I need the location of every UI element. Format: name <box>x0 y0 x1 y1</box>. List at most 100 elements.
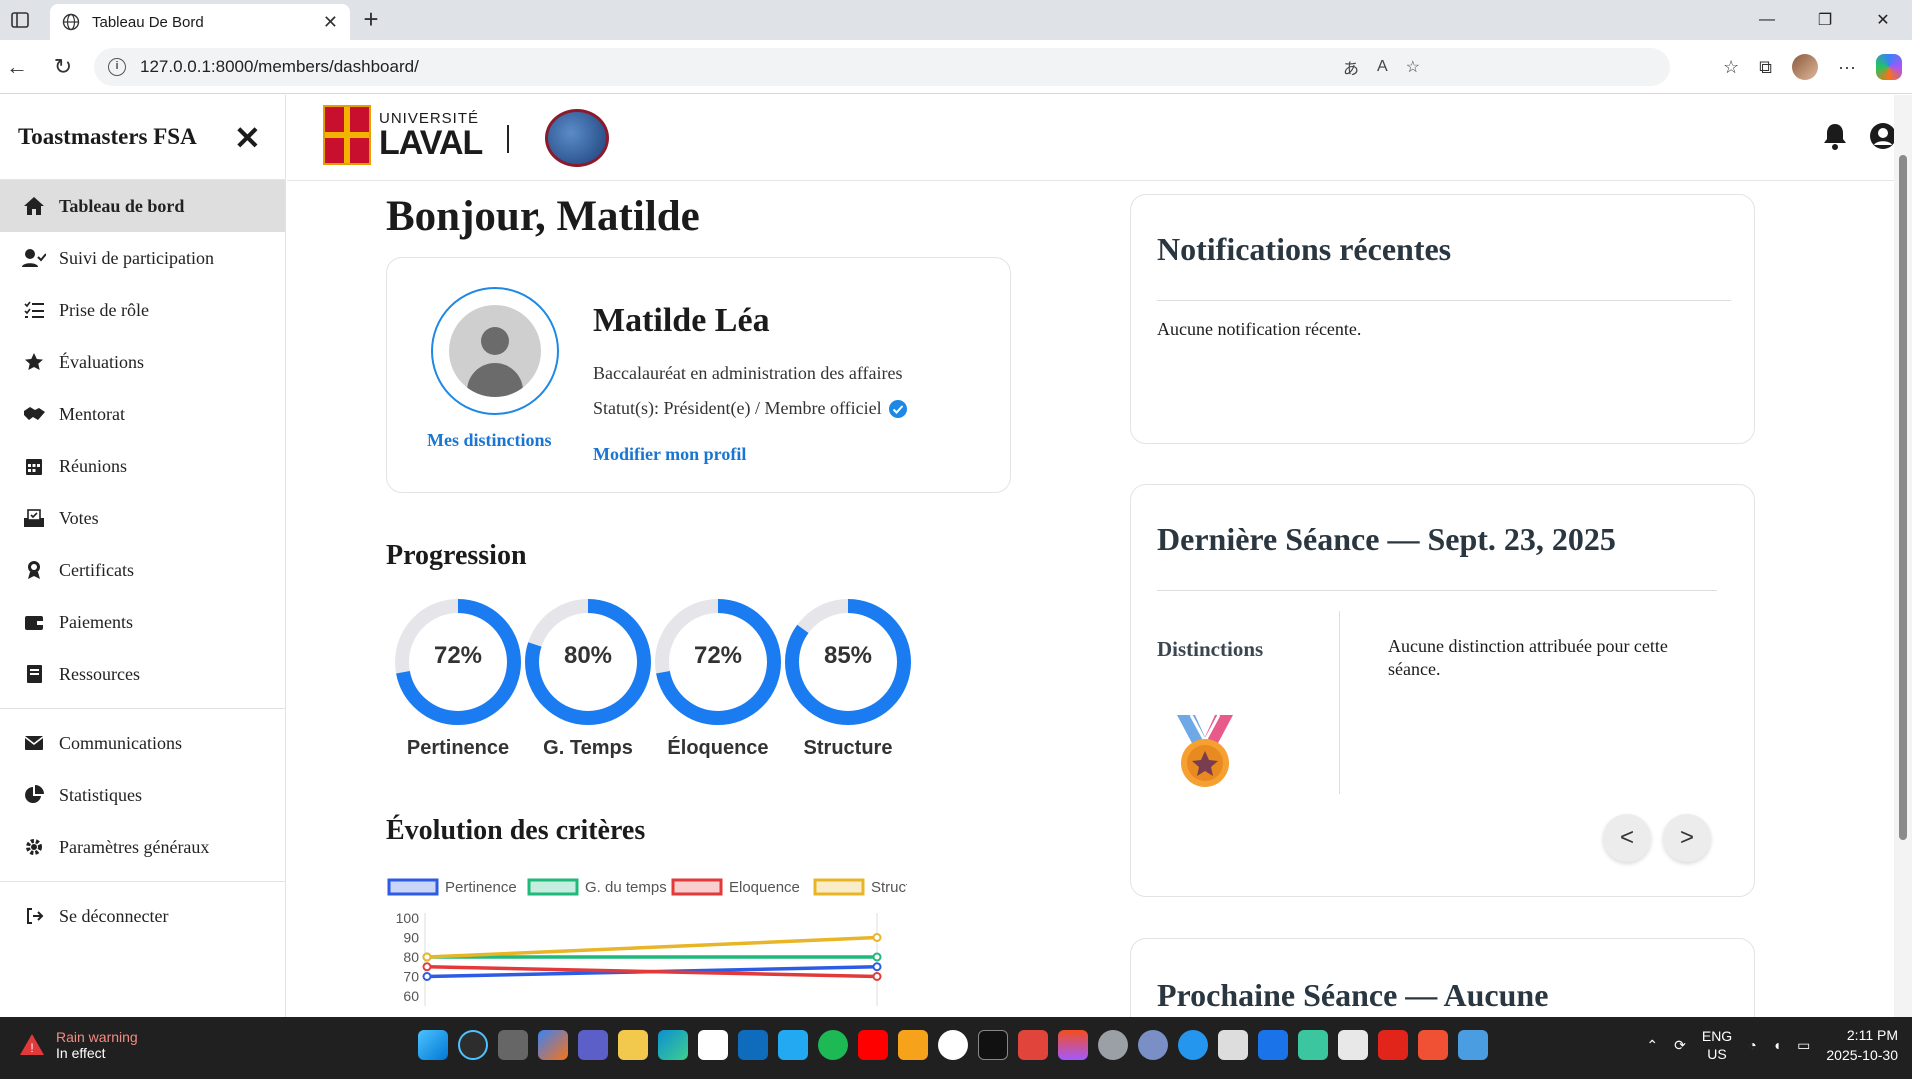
back-icon[interactable]: ← <box>2 52 32 82</box>
outlook-icon[interactable] <box>738 1030 768 1060</box>
pdf-icon[interactable] <box>1378 1030 1408 1060</box>
browser-tab[interactable]: Tableau De Bord ✕ <box>50 4 350 40</box>
copilot-app-icon[interactable] <box>538 1030 568 1060</box>
close-tab-icon[interactable]: ✕ <box>323 12 338 33</box>
reload-icon[interactable]: ↻ <box>48 52 78 82</box>
figma-icon[interactable] <box>1058 1030 1088 1060</box>
sidebar-item-votes[interactable]: Votes <box>0 492 285 544</box>
weather-widget[interactable]: ! Rain warning In effect <box>18 1029 138 1061</box>
sidebar-item-prise-de-role[interactable]: Prise de rôle <box>0 284 285 336</box>
sidebar-item-suivi-de-participation[interactable]: Suivi de participation <box>0 232 285 284</box>
store-icon[interactable] <box>698 1030 728 1060</box>
sidebar-item-mentorat[interactable]: Mentorat <box>0 388 285 440</box>
page-scrollbar[interactable] <box>1894 95 1912 1017</box>
r-icon[interactable] <box>1138 1030 1168 1060</box>
teams-icon[interactable] <box>578 1030 608 1060</box>
browser-tab-bar: Tableau De Bord ✕ + — ❐ ✕ <box>0 0 1912 40</box>
next-session-card: Prochaine Séance — Aucune <box>1130 938 1755 1017</box>
chevron-up-icon[interactable]: ⌃ <box>1646 1037 1658 1054</box>
gauge-4: 85% Structure <box>783 597 913 760</box>
sidebar-item-ressources[interactable]: Ressources <box>0 648 285 700</box>
calendar-icon <box>22 455 46 477</box>
java-icon[interactable] <box>1338 1030 1368 1060</box>
sidebar-item-tableau-de-bord[interactable]: Tableau de bord <box>0 180 285 232</box>
vscode-icon[interactable] <box>778 1030 808 1060</box>
new-tab-icon[interactable]: + <box>356 6 386 36</box>
maps-icon[interactable] <box>1258 1030 1288 1060</box>
sidebar-item-label: Évaluations <box>59 351 144 372</box>
logout-link[interactable]: Se déconnecter <box>0 890 285 942</box>
sidebar-item-communications[interactable]: Communications <box>0 717 285 769</box>
next-button[interactable]: > <box>1663 814 1711 862</box>
translate-icon[interactable]: あ <box>1343 55 1359 79</box>
my-distinctions-link[interactable]: Mes distinctions <box>427 430 552 451</box>
task-view-icon[interactable] <box>498 1030 528 1060</box>
taskbar-apps <box>418 1030 1488 1060</box>
gauge-value: 72% <box>433 642 483 669</box>
wifi-icon[interactable]: ◔ <box>1748 1037 1756 1053</box>
volume-icon[interactable]: ◖ <box>1773 1037 1781 1053</box>
minimize-icon[interactable]: — <box>1738 0 1796 40</box>
avatar[interactable] <box>431 287 559 415</box>
sync-icon[interactable]: ⟳ <box>1674 1037 1686 1054</box>
search-icon[interactable] <box>458 1030 488 1060</box>
gauge-label: Structure <box>803 737 893 759</box>
gauge-2: 80% G. Temps <box>523 597 653 760</box>
close-sidebar-icon[interactable]: ✕ <box>234 119 261 157</box>
sidebar-item-statistiques[interactable]: Statistiques <box>0 769 285 821</box>
app-cube-icon[interactable] <box>1218 1030 1248 1060</box>
tab-actions-icon[interactable] <box>10 10 30 30</box>
git-icon[interactable] <box>1418 1030 1448 1060</box>
extensions-icon[interactable]: ⧉ <box>1759 57 1772 78</box>
start-icon[interactable] <box>418 1030 448 1060</box>
copilot-icon[interactable] <box>1876 54 1902 80</box>
site-info-icon[interactable]: i <box>108 58 126 76</box>
clock[interactable]: 2:11 PM 2025-10-30 <box>1826 1025 1898 1065</box>
photos-icon[interactable] <box>1458 1030 1488 1060</box>
gauge-value: 80% <box>563 642 613 669</box>
edit-profile-link[interactable]: Modifier mon profil <box>593 444 746 465</box>
spotify-icon[interactable] <box>818 1030 848 1060</box>
bell-icon[interactable] <box>1820 121 1850 151</box>
snip-icon[interactable] <box>898 1030 928 1060</box>
scrollbar-thumb[interactable] <box>1899 155 1907 840</box>
app-gray-icon[interactable] <box>1098 1030 1128 1060</box>
sidebar-item-reunions[interactable]: Réunions <box>0 440 285 492</box>
ide-icon[interactable] <box>978 1030 1008 1060</box>
vs-icon[interactable] <box>1298 1030 1328 1060</box>
profile-avatar[interactable] <box>1792 54 1819 80</box>
previous-button[interactable]: < <box>1603 814 1651 862</box>
notifications-title: Notifications récentes <box>1157 231 1452 267</box>
docker-icon[interactable] <box>1178 1030 1208 1060</box>
home-icon <box>22 195 46 217</box>
sidebar-item-certificats[interactable]: Certificats <box>0 544 285 596</box>
favorites-icon[interactable]: ☆ <box>1723 57 1739 78</box>
read-aloud-icon[interactable]: A <box>1377 58 1388 76</box>
next-session-title: Prochaine Séance — Aucune <box>1157 977 1549 1013</box>
more-icon[interactable]: ··· <box>1838 57 1856 78</box>
lang-code[interactable]: ENG <box>1702 1027 1732 1045</box>
close-window-icon[interactable]: ✕ <box>1854 0 1912 40</box>
sidebar-item-parametres-generaux[interactable]: Paramètres généraux <box>0 821 285 873</box>
battery-icon[interactable]: ▭ <box>1797 1037 1810 1054</box>
data-point <box>422 962 432 972</box>
edge-icon[interactable] <box>658 1030 688 1060</box>
youtube-icon[interactable] <box>858 1030 888 1060</box>
y-tick-label: 100 <box>396 910 420 926</box>
y-tick-label: 70 <box>403 969 419 985</box>
data-point <box>872 972 882 981</box>
chatgpt-icon[interactable] <box>938 1030 968 1060</box>
pie-chart-icon <box>22 784 46 806</box>
app: Toastmasters FSA ✕ Tableau de bord Suivi … <box>0 95 1912 1017</box>
app-red-icon[interactable] <box>1018 1030 1048 1060</box>
restore-icon[interactable]: ❐ <box>1796 0 1854 40</box>
file-explorer-icon[interactable] <box>618 1030 648 1060</box>
favorite-star-icon[interactable]: ☆ <box>1406 57 1420 77</box>
handshake-icon <box>22 403 46 425</box>
url-field[interactable]: i 127.0.0.1:8000/members/dashboard/ あ A … <box>94 48 1670 86</box>
sidebar-item-paiements[interactable]: Paiements <box>0 596 285 648</box>
sidebar-item-evaluations[interactable]: Évaluations <box>0 336 285 388</box>
progression-title: Progression <box>386 540 527 571</box>
last-session-card: Dernière Séance — Sept. 23, 2025 Distinc… <box>1130 484 1755 897</box>
gauge-label: Éloquence <box>667 737 769 759</box>
